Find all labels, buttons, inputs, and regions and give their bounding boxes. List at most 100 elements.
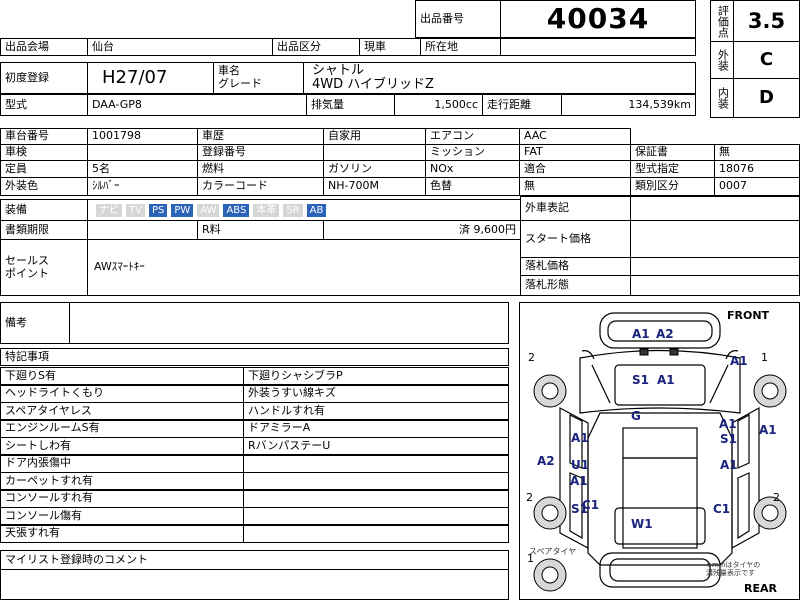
equipment-5: ABS: [223, 203, 250, 217]
damage-mark-6: A1: [571, 431, 589, 445]
note-left-5: ドア内張傷中: [0, 454, 244, 473]
color-change-label: 色替: [425, 177, 520, 196]
transmission-value: FAT: [519, 144, 631, 161]
note-right-2: ハンドルすれ有: [243, 402, 509, 420]
note-left-7: コンソールすれ有: [0, 489, 244, 508]
note-right-1: 外装うすい線キズ: [243, 384, 509, 403]
tire-depth-0: 2: [528, 351, 535, 364]
fuel-value: ガソリン: [323, 160, 426, 178]
note-right-6: [243, 472, 509, 490]
category-value: 現車: [359, 38, 421, 56]
note-right-8: [243, 507, 509, 525]
damage-mark-5: G: [631, 409, 641, 423]
color-value: ｼﾙﾊﾞｰ: [87, 177, 198, 196]
history-label: 車歴: [197, 128, 324, 145]
fuel-label: 燃料: [197, 160, 324, 178]
mileage-value: 134,539km: [561, 94, 696, 116]
equipment-3: PW: [171, 203, 194, 217]
start-price-label: スタート価格: [520, 220, 631, 258]
displacement-value: 1,500cc: [394, 94, 483, 116]
note-right-9: [243, 524, 509, 543]
front-label: FRONT: [727, 309, 770, 322]
remarks-label: 備考: [0, 302, 70, 344]
damage-mark-7: A1: [719, 417, 737, 431]
recycle-value: 済 9,600円: [323, 220, 521, 240]
won-price-label: 落札価格: [520, 257, 631, 276]
won-price-value: [630, 257, 800, 276]
lot-label: 出品番号: [415, 0, 501, 38]
color-label: 外装色: [0, 177, 88, 196]
comment-value: [0, 569, 509, 600]
note-left-9: 天張すれ有: [0, 524, 244, 543]
damage-mark-13: A1: [720, 458, 738, 472]
note-right-3: ドアミラーA: [243, 419, 509, 438]
warranty-value: 無: [714, 144, 800, 161]
note-right-7: [243, 489, 509, 508]
nox-label: NOx: [425, 160, 520, 178]
tire-depth-2: 2: [526, 491, 533, 504]
damage-mark-2: A1: [730, 354, 748, 368]
equipment-4: AW: [197, 203, 220, 217]
comment-label: マイリスト登録時のコメント: [0, 550, 509, 570]
docs-value: [87, 220, 198, 240]
tire-depth-4: 1: [527, 552, 534, 565]
remarks-value: [69, 302, 509, 344]
color-code-label: カラーコード: [197, 177, 324, 196]
damage-mark-15: C1: [582, 498, 600, 512]
damage-mark-16: W1: [631, 517, 653, 531]
notes-title: 特記事項: [0, 348, 509, 366]
type-no-value: 18076: [714, 160, 800, 178]
reg-label: 初度登録: [0, 62, 88, 94]
equipment-2: PS: [148, 203, 168, 217]
won-type-label: 落札形態: [520, 275, 631, 296]
damage-mark-3: S1: [632, 373, 649, 387]
tire-depth-1: 1: [761, 351, 768, 364]
plate-label: 登録番号: [197, 144, 324, 161]
note-left-6: カーペットすれ有: [0, 472, 244, 490]
category-label: 出品区分: [272, 38, 360, 56]
venue-value: 仙台: [87, 38, 273, 56]
recycle-label: R料: [197, 220, 324, 240]
won-type-value: [630, 275, 800, 296]
capacity-label: 定員: [0, 160, 88, 178]
sales-point-label: セールス ポイント: [0, 239, 88, 296]
rear-label: REAR: [744, 582, 777, 595]
note-left-4: シートしわ有: [0, 437, 244, 455]
location-value: [500, 38, 696, 56]
class-value: 0007: [714, 177, 800, 196]
note-left-1: ヘッドライトくもり: [0, 384, 244, 403]
conform-label: 適合: [519, 160, 631, 178]
color-change-value: 無: [519, 177, 631, 196]
foreign-label: 外車表記: [520, 196, 631, 221]
venue-label: 出品会場: [0, 38, 88, 56]
history-value: 自家用: [323, 128, 426, 145]
score-label: 評価点: [710, 0, 734, 42]
type-no-label: 型式指定: [630, 160, 715, 178]
ext-label: 外装: [710, 41, 734, 79]
warranty-label: 保証書: [630, 144, 715, 161]
note-right-4: RバンパステーU: [243, 437, 509, 455]
foreign-value: [630, 196, 800, 221]
docs-label: 書類期限: [0, 220, 88, 240]
sales-point-text: AWｽﾏｰﾄｷｰ: [87, 239, 521, 296]
note-left-8: コンソール傷有: [0, 507, 244, 525]
chassis-value: 1001798: [87, 128, 198, 145]
transmission-label: ミッション: [425, 144, 520, 161]
model-value: DAA-GP8: [87, 94, 307, 116]
damage-mark-12: U1: [571, 458, 590, 472]
location-label: 所在地: [420, 38, 501, 56]
lot-number: 40034: [500, 0, 696, 38]
plate-value: [323, 144, 426, 161]
inspection-label: 車検: [0, 144, 88, 161]
inspection-value: [87, 144, 198, 161]
start-price-value: [630, 220, 800, 258]
damage-mark-11: A2: [537, 454, 555, 468]
equipment-0: ナビ: [96, 203, 122, 217]
chassis-label: 車台番号: [0, 128, 88, 145]
ext-grade: C: [733, 41, 800, 79]
reg-value: H27/07: [87, 62, 214, 94]
equipment-label: 装備: [0, 199, 88, 221]
note-right-5: [243, 454, 509, 473]
displacement-label: 排気量: [306, 94, 395, 116]
equipment-6: 本革: [253, 203, 280, 217]
